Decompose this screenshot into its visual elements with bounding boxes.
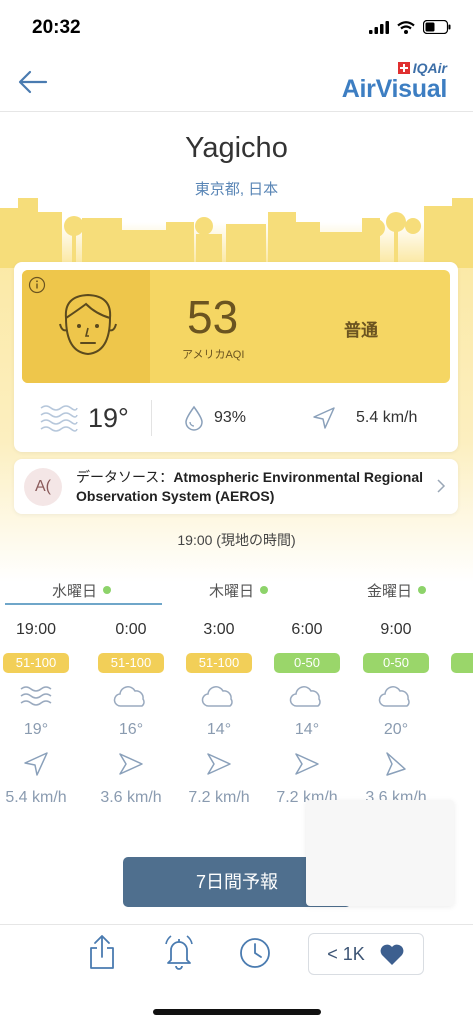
hour-column: 3:00 51-100 14° 7.2 km/h [175,615,263,815]
tab-day-label: 金曜日 [367,582,413,600]
hour-temperature: 14° [206,721,232,738]
wifi-icon [397,20,415,34]
hourly-forecast[interactable]: 19:00 51-100 19° 5.4 km/h 0:00 51-100 16… [0,615,473,815]
temperature-value: 19° [88,402,129,433]
status-time: 20:32 [32,17,81,38]
hour-column: 19:00 51-100 19° 5.4 km/h [0,615,80,815]
status-bar: 20:32 [0,0,473,52]
hour-time: 6:00 [291,621,323,638]
aqi-status-dot [260,586,269,594]
aqi-range-badge: 0-50 [274,653,340,673]
face-icon [59,293,117,356]
brand-name: AirVisual [341,75,448,103]
hour-temperature: 14° [294,721,320,738]
cloud-icon [289,686,321,707]
aqi-card[interactable]: 53 アメリカAQI 普通 19° 93% 5.4 km/h [14,262,458,452]
back-button[interactable] [16,66,50,98]
temperature-item: 19° [40,390,129,446]
hour-time: 1 [440,621,473,639]
hour-time: 0:00 [115,621,147,638]
overlay-card [306,800,454,906]
hour-column: 1 7.2 [440,615,473,815]
tab-day-3[interactable]: 金曜日 [367,575,427,605]
wind-value: 5.4 km/h [356,409,418,426]
source-text: データソース：Atmospheric Environmental Regiona… [76,468,428,506]
hero-section: Yagicho 東京都, 日本 53 アメリカAQI 普通 19° 93% 5.… [0,112,473,582]
aqi-range-badge [451,653,473,673]
wind-item: 5.4 km/h [312,390,417,446]
aqi-range-badge: 0-50 [363,653,429,673]
wind-waves-icon [40,405,78,432]
divider [151,400,152,436]
city-region: 東京都, 日本 [194,181,279,198]
brand-small: IQAir [412,60,447,76]
city-title: Yagicho [185,132,288,164]
hour-wind-speed: 3.6 km/h [100,789,162,806]
local-time: 19:00 (現地の時間) [177,532,296,548]
hour-time: 9:00 [380,621,412,638]
back-arrow-icon [18,70,48,94]
wind-direction-icon [386,752,406,776]
home-indicator [153,1009,321,1015]
hour-time: 19:00 [15,621,57,638]
cloud-icon [378,686,410,707]
tab-day-2[interactable]: 木曜日 [209,575,269,605]
source-label: データソース： [76,469,174,485]
like-count: < 1K [327,943,365,964]
aqi-status-dot [418,586,427,594]
hour-temperature: 19° [23,721,49,738]
hour-temperature: 16° [118,721,144,738]
notification-bell-icon[interactable] [163,933,195,971]
wind-direction-icon [24,752,48,776]
cloud-icon [113,686,145,707]
day-tabs: 水曜日 木曜日 金曜日 [0,575,473,605]
wind-direction-icon [207,753,231,775]
aqi-range-badge: 51-100 [186,653,252,673]
wind-icon [20,686,52,706]
battery-icon [423,20,451,34]
bottom-toolbar: < 1K [0,924,473,1024]
source-avatar: A( [24,468,62,506]
wind-direction-icon [295,753,319,775]
aqi-unit: アメリカAQI [182,349,245,361]
hour-time: 3:00 [203,621,235,638]
cellular-signal-icon [369,20,389,34]
selected-tab-indicator [5,603,162,605]
share-icon[interactable] [86,933,118,971]
tab-day-label: 水曜日 [52,582,98,600]
aqi-face-panel [22,270,150,383]
tab-day-1[interactable]: 水曜日 [52,575,112,605]
hour-wind-speed: 5.4 km/h [5,789,67,806]
aqi-panel: 53 アメリカAQI 普通 [22,270,450,383]
chevron-right-icon [437,479,446,493]
cloud-icon [201,686,233,707]
heart-icon [380,944,404,965]
wind-direction-icon [119,753,143,775]
status-icons [369,20,451,34]
aqi-range-badge: 51-100 [98,653,164,673]
swiss-flag-icon [397,62,410,74]
clock-icon[interactable] [239,933,271,971]
brand-logo: IQAir AirVisual [341,60,448,103]
wind-direction-icon [313,407,335,429]
city-skyline-illustration [0,198,473,268]
info-icon[interactable] [28,276,46,294]
current-weather-row: 19° 93% 5.4 km/h [22,390,450,446]
hour-wind-speed: 7.2 km/h [188,789,250,806]
humidity-value: 93% [214,409,247,426]
aqi-value: 53 [187,291,239,343]
data-source-card[interactable]: A( データソース：Atmospheric Environmental Regi… [14,459,458,514]
hour-column: 9:00 0-50 20° 3.6 km/h [352,615,440,815]
like-button[interactable]: < 1K [308,933,424,975]
humidity-drop-icon [185,405,203,431]
aqi-status-dot [103,586,112,594]
hour-temperature: 20° [383,721,409,738]
nav-bar: IQAir AirVisual [0,52,473,112]
hour-column: 6:00 0-50 14° 7.2 km/h [263,615,351,815]
tab-day-label: 木曜日 [209,582,255,600]
humidity-item: 93% [184,390,246,446]
hour-column: 0:00 51-100 16° 3.6 km/h [87,615,175,815]
aqi-range-badge: 51-100 [3,653,69,673]
aqi-level: 普通 [344,321,378,340]
